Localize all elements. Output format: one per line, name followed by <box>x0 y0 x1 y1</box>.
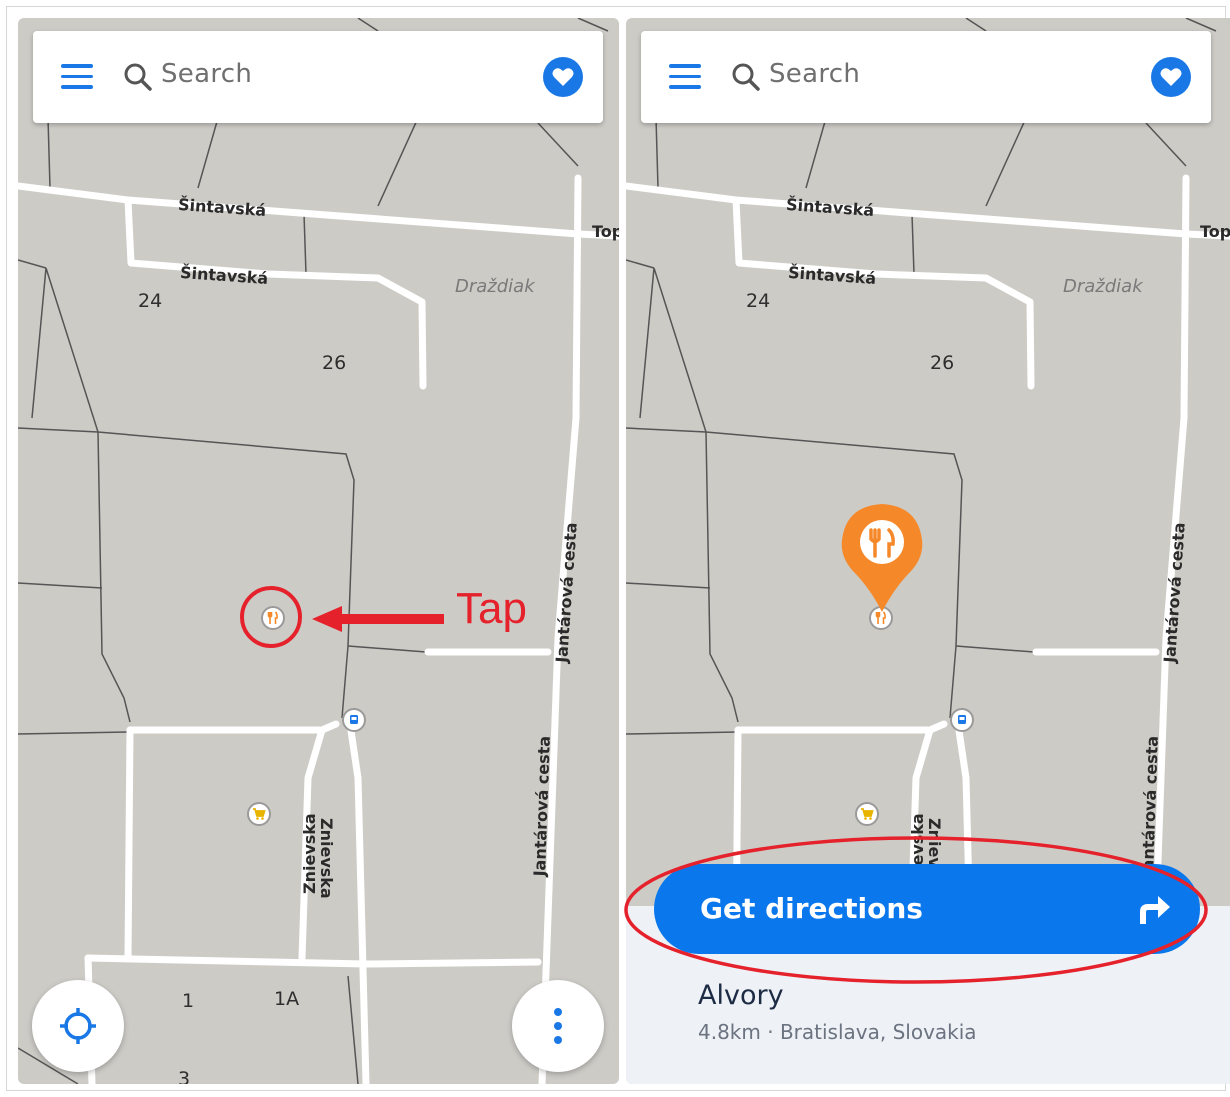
turn-right-arrow-icon <box>1140 896 1170 924</box>
tap-highlight-circle <box>240 586 302 648</box>
search-bar[interactable]: Search <box>33 31 603 123</box>
street-label: Top <box>1200 222 1230 241</box>
shopping-cart-icon <box>253 808 266 820</box>
meta-separator: · <box>767 1020 774 1044</box>
favorites-button[interactable] <box>1151 57 1191 97</box>
search-icon <box>124 63 152 91</box>
locate-me-button[interactable] <box>32 980 124 1072</box>
tap-annotation-label: Tap <box>456 584 527 633</box>
house-number: 26 <box>930 352 955 374</box>
selected-place-pin[interactable] <box>840 502 924 614</box>
search-bar[interactable]: Search <box>641 31 1211 123</box>
area-label: Draždiak <box>455 276 535 297</box>
search-placeholder[interactable]: Search <box>161 59 252 89</box>
shopping-cart-icon <box>861 808 874 820</box>
house-number: 24 <box>138 290 163 312</box>
place-name: Alvory <box>698 980 784 1011</box>
place-meta: 4.8km · Bratislava, Slovakia <box>698 1020 977 1044</box>
place-distance: 4.8km <box>698 1020 761 1044</box>
place-location: Bratislava, Slovakia <box>779 1020 977 1044</box>
house-number: 1 <box>182 990 195 1012</box>
area-label: Draždiak <box>1063 276 1143 297</box>
heart-icon <box>1160 68 1182 86</box>
hamburger-menu-icon[interactable] <box>669 64 701 90</box>
street-label: Top <box>592 222 619 241</box>
crosshair-locate-icon <box>60 1008 96 1044</box>
more-options-button[interactable] <box>512 980 604 1072</box>
search-placeholder[interactable]: Search <box>769 59 860 89</box>
get-directions-button[interactable]: Get directions <box>654 864 1200 954</box>
house-number: 24 <box>746 290 771 312</box>
tram-icon <box>958 715 966 724</box>
more-vertical-icon <box>554 1008 562 1044</box>
transit-poi[interactable] <box>950 708 974 732</box>
tram-icon <box>350 715 358 724</box>
house-number: 1A <box>274 988 300 1010</box>
house-number: 26 <box>322 352 347 374</box>
search-icon <box>732 63 760 91</box>
map-screen-before[interactable]: Šintavská Šintavská Top Draždiak 24 26 J… <box>18 18 619 1084</box>
favorites-button[interactable] <box>543 57 583 97</box>
tap-arrow <box>312 606 444 632</box>
transit-poi[interactable] <box>342 708 366 732</box>
shop-poi[interactable] <box>247 802 271 826</box>
shop-poi[interactable] <box>855 802 879 826</box>
map-canvas[interactable] <box>18 18 619 1084</box>
get-directions-label: Get directions <box>700 892 923 925</box>
hamburger-menu-icon[interactable] <box>61 64 93 90</box>
map-screen-after[interactable]: Šintavská Šintavská Top Draždiak 24 26 J… <box>626 18 1230 1084</box>
heart-icon <box>552 68 574 86</box>
street-label: Znievska <box>317 818 336 899</box>
house-number: 3 <box>178 1068 191 1084</box>
